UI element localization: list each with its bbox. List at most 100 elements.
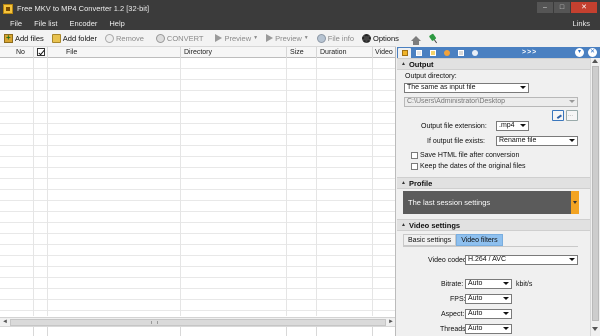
minimize-button[interactable]: – [537, 2, 553, 13]
tab-subtitles[interactable] [454, 48, 467, 57]
convert-icon [155, 33, 165, 43]
output-extension-select[interactable]: .mp4 [496, 121, 529, 131]
video-subtabs: Basic settings Video filters [403, 234, 503, 246]
tab-advanced[interactable] [468, 48, 481, 57]
fps-value: Auto [468, 295, 483, 302]
column-divider [372, 58, 373, 316]
remove-button[interactable]: Remove [101, 31, 148, 46]
menu-file[interactable]: File [0, 19, 28, 28]
column-select-all[interactable] [34, 47, 48, 58]
vertical-scroll-thumb[interactable] [592, 66, 599, 321]
scroll-up-icon[interactable] [592, 59, 598, 63]
column-video[interactable]: Video [373, 47, 395, 58]
add-folder-icon [51, 33, 61, 43]
tab-basic-settings[interactable]: Basic settings [403, 234, 457, 246]
tab-profile[interactable] [412, 48, 425, 57]
add-files-label: Add files [15, 33, 44, 43]
options-label: Options [373, 33, 399, 43]
horizontal-scrollbar[interactable]: ◄ ► [0, 317, 395, 326]
preview-output-button[interactable]: Preview ▼ [262, 31, 313, 46]
column-size[interactable]: Size [287, 47, 317, 58]
file-info-button[interactable]: File info [313, 31, 358, 46]
add-folder-button[interactable]: Add folder [48, 31, 101, 46]
panel-menu-button[interactable]: ▾ [575, 48, 584, 57]
output-directory-mode-select[interactable]: The same as input file [404, 83, 529, 93]
title-bar: Free MKV to MP4 Converter 1.2 [32-bit] –… [0, 0, 600, 17]
file-list-body[interactable] [0, 58, 395, 316]
scroll-down-icon[interactable] [592, 327, 598, 331]
save-html-option[interactable]: Save HTML file after conversion [411, 152, 519, 159]
pin-button[interactable] [425, 31, 442, 46]
panel-vertical-scrollbar[interactable] [590, 58, 600, 336]
output-extension-label: Output file extension: [421, 123, 487, 130]
home-button[interactable] [407, 31, 425, 46]
scroll-right-icon[interactable]: ► [387, 319, 395, 326]
menu-links[interactable]: Links [572, 19, 590, 28]
window-controls: – □ ✕ [537, 2, 597, 13]
add-files-button[interactable]: Add files [0, 31, 48, 46]
convert-button[interactable]: CONVERT [152, 31, 208, 46]
gear-icon [362, 33, 372, 43]
save-html-checkbox[interactable] [411, 152, 418, 159]
window-title: Free MKV to MP4 Converter 1.2 [32-bit] [17, 4, 150, 13]
threads-value: Auto [468, 325, 483, 332]
preview-button[interactable]: Preview ▼ [211, 31, 262, 46]
footer-cell [34, 327, 48, 336]
file-exists-label: If output file exists: [427, 138, 485, 145]
profile-section-header[interactable]: ▲ Profile [397, 177, 600, 189]
add-folder-label: Add folder [62, 33, 97, 43]
chevron-down-icon [503, 327, 509, 330]
menu-help[interactable]: Help [103, 19, 130, 28]
app-icon [3, 3, 13, 14]
output-section-header[interactable]: ▲ Output [397, 58, 600, 70]
horizontal-scroll-thumb[interactable] [10, 319, 386, 326]
pin-icon [427, 32, 440, 45]
profile-select[interactable]: The last session settings [403, 191, 578, 214]
panel-close-button[interactable]: ✕ [588, 48, 597, 57]
chevron-down-icon [569, 139, 575, 142]
aspect-select[interactable]: Auto [465, 309, 512, 319]
column-no[interactable]: No [0, 47, 34, 58]
chevron-down-icon [503, 297, 509, 300]
column-file[interactable]: File [48, 47, 181, 58]
column-directory[interactable]: Directory [181, 47, 287, 58]
select-all-checkbox[interactable] [36, 48, 45, 56]
bitrate-select[interactable]: Auto [465, 279, 512, 289]
more-tabs-button[interactable]: >>> [522, 49, 537, 56]
tab-audio[interactable] [440, 48, 453, 57]
threads-select[interactable]: Auto [465, 324, 512, 334]
edit-path-button[interactable] [552, 110, 564, 121]
play-icon [215, 34, 223, 42]
chevron-down-icon [520, 86, 526, 89]
menu-encoder[interactable]: Encoder [63, 19, 103, 28]
column-divider [47, 58, 48, 316]
chevron-down-icon [569, 100, 575, 103]
browse-folder-button[interactable]: ... [566, 110, 578, 121]
chevron-down-icon: ▼ [303, 35, 309, 41]
menu-file-list[interactable]: File list [28, 19, 63, 28]
column-duration[interactable]: Duration [317, 47, 373, 58]
convert-label: CONVERT [166, 33, 204, 43]
keep-dates-option[interactable]: Keep the dates of the original files [411, 163, 525, 170]
footer-cell [317, 327, 373, 336]
footer-cell [0, 327, 34, 336]
file-list[interactable]: No File Directory Size Duration Video ◄ … [0, 47, 396, 336]
tab-output-settings[interactable] [398, 48, 411, 58]
collapse-icon: ▲ [401, 180, 406, 186]
menu-bar: File File list Encoder Help Links [0, 17, 600, 30]
document-icon [415, 49, 422, 56]
options-button[interactable]: Options [358, 31, 403, 46]
file-exists-select[interactable]: Rename file [496, 136, 578, 146]
profile-dropdown-button[interactable] [571, 191, 579, 214]
scroll-left-icon[interactable]: ◄ [1, 319, 9, 326]
tab-video[interactable] [426, 48, 439, 57]
tab-video-filters[interactable]: Video filters [456, 234, 503, 246]
maximize-button[interactable]: □ [554, 2, 570, 13]
play-icon [266, 34, 274, 42]
video-codec-select[interactable]: H.264 / AVC [465, 255, 578, 265]
keep-dates-checkbox[interactable] [411, 163, 418, 170]
close-button[interactable]: ✕ [571, 2, 597, 13]
fps-select[interactable]: Auto [465, 294, 512, 304]
video-section-header[interactable]: ▲ Video settings [397, 219, 600, 231]
output-directory-path-select[interactable]: C:\Users\Administrator\Desktop [404, 97, 578, 107]
